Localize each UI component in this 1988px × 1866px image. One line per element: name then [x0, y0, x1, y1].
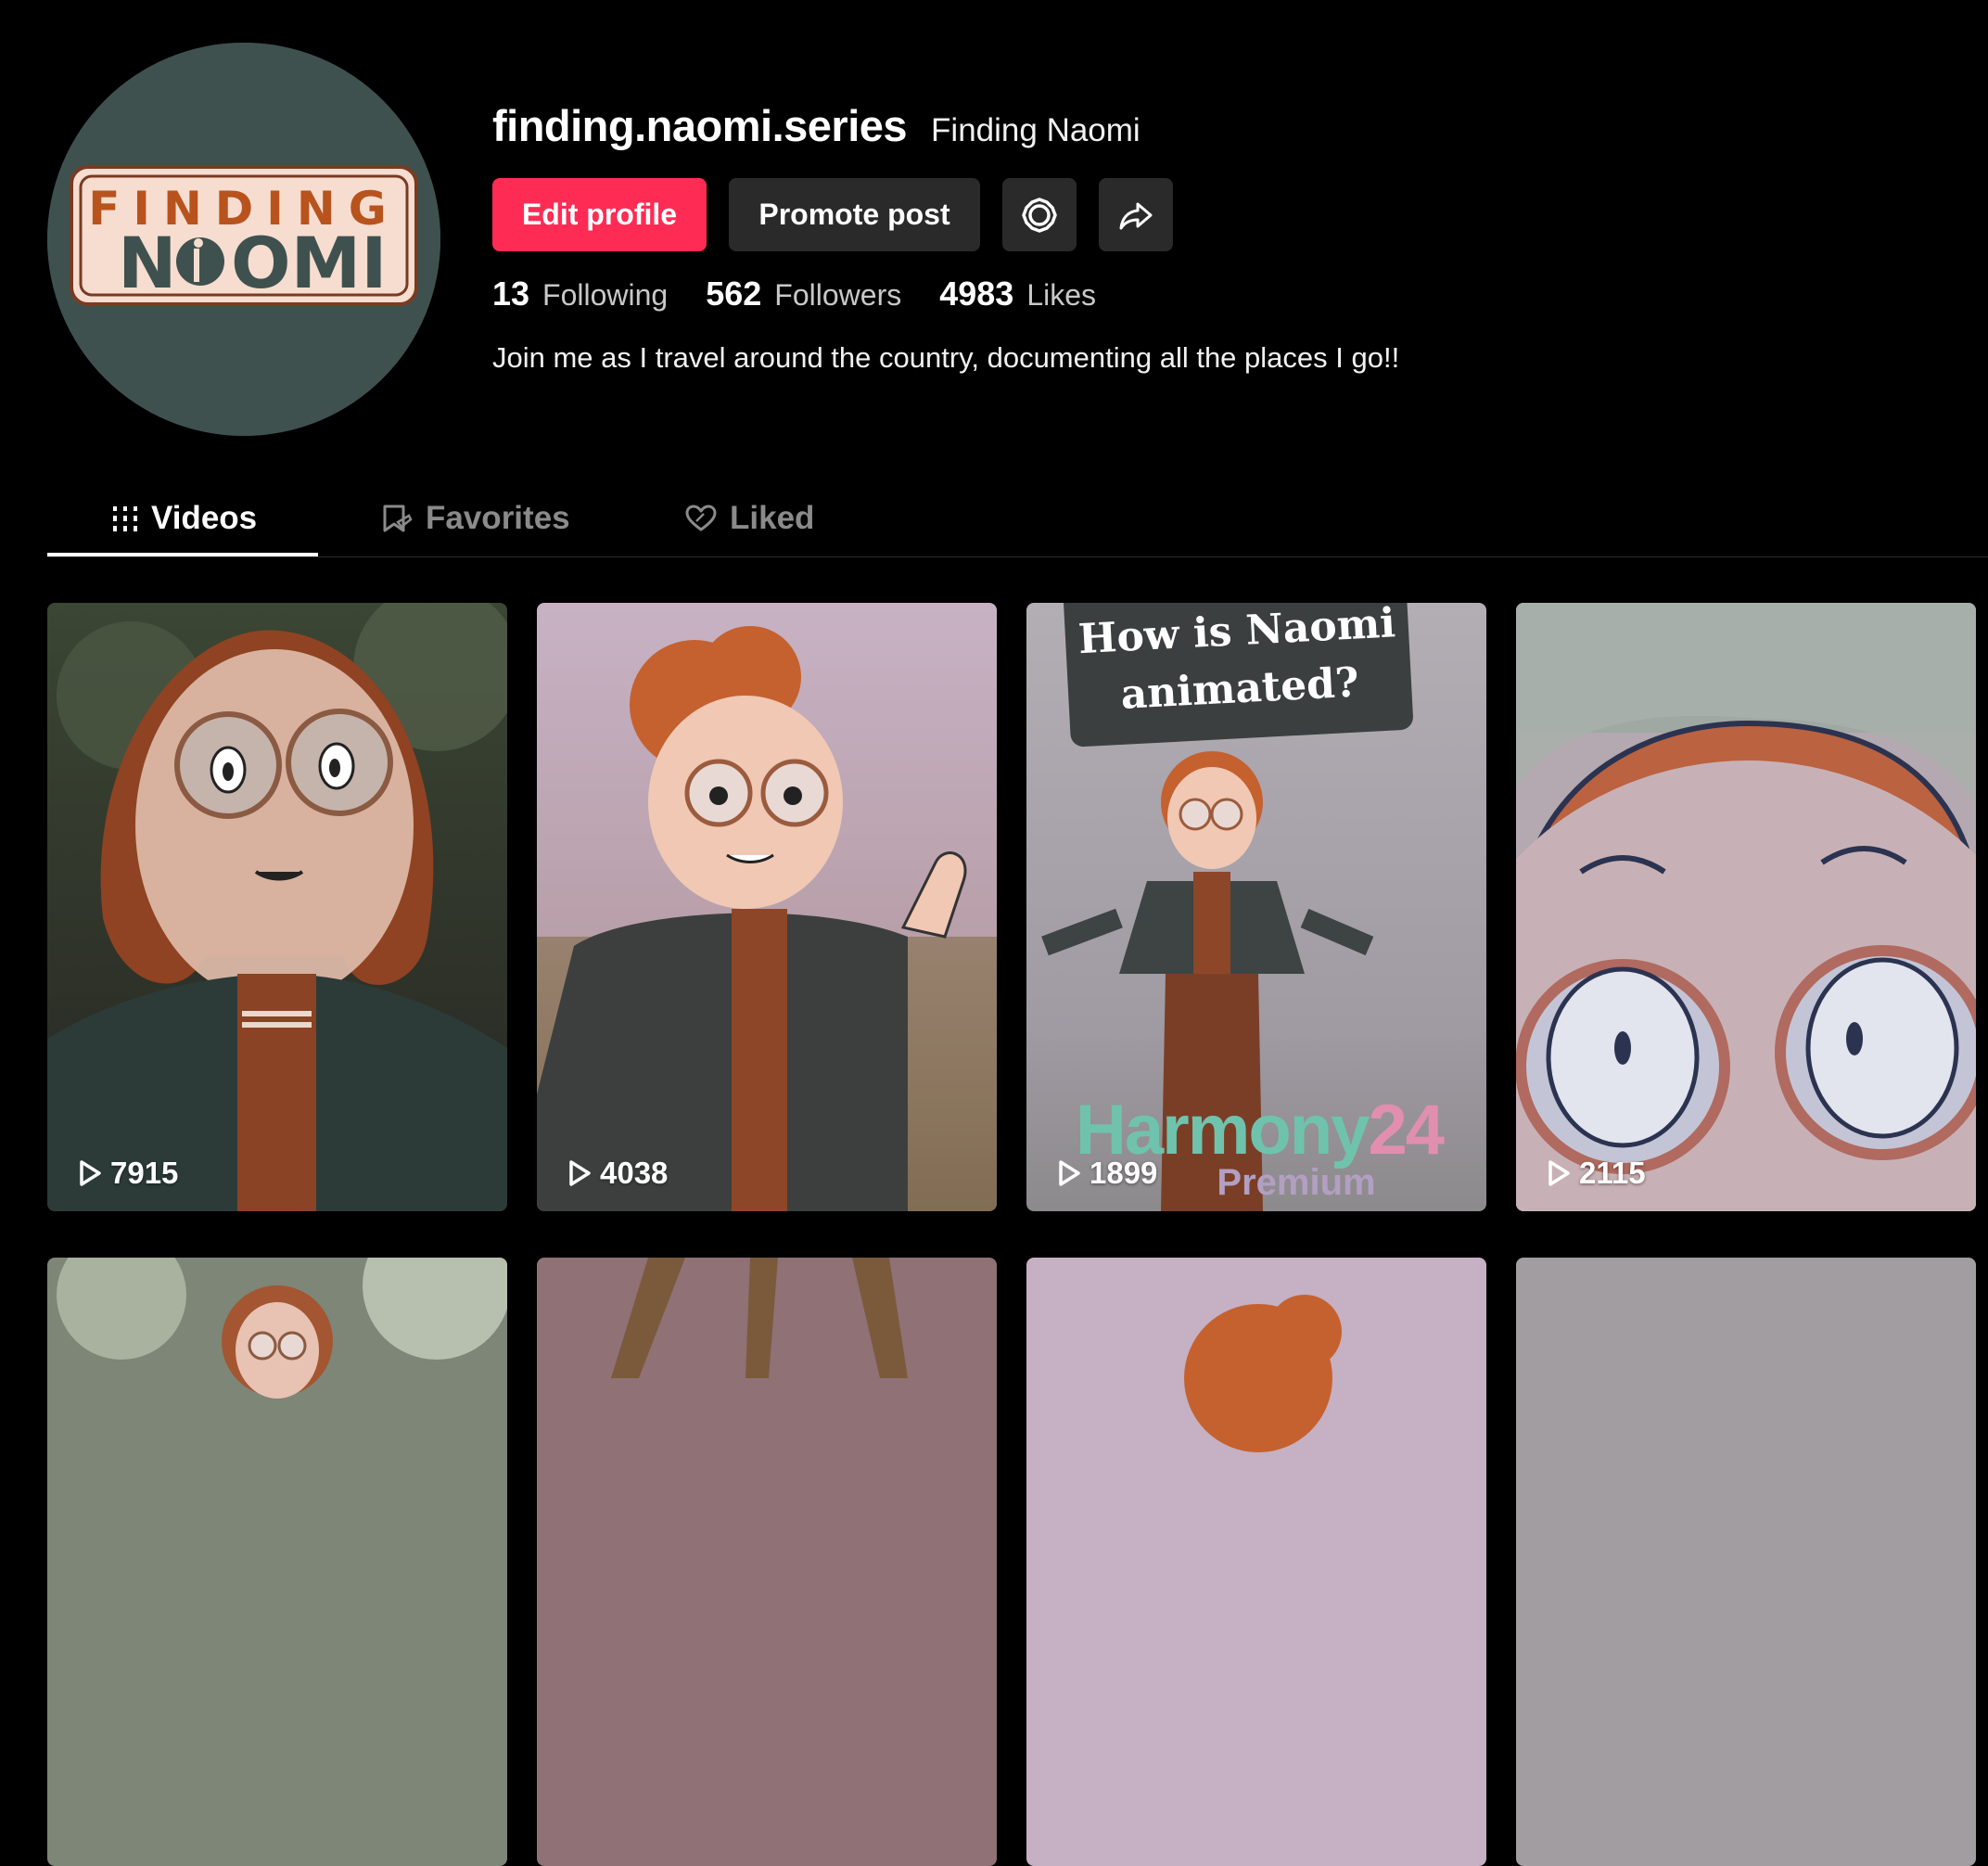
settings-button[interactable]	[1002, 178, 1077, 251]
stat-likes: 4983 Likes	[939, 275, 1096, 313]
tab-videos[interactable]: Videos	[112, 482, 257, 555]
video-overlay-title: How is Naomi animated?	[1064, 603, 1414, 748]
share-arrow-icon	[1119, 202, 1153, 229]
video-thumbnail	[537, 603, 997, 1211]
edit-profile-button[interactable]: Edit profile	[492, 178, 707, 251]
logo-letter-n: N	[118, 222, 177, 304]
logo-letters-omi: OMI	[231, 222, 388, 304]
play-icon	[80, 1160, 101, 1186]
stat-followers[interactable]: 562 Followers	[706, 275, 901, 313]
heart-icon	[685, 505, 717, 531]
view-count: 4038	[567, 1156, 668, 1191]
video-card[interactable]	[47, 1258, 507, 1866]
following-count: 13	[492, 275, 530, 313]
video-card[interactable]: 7915	[47, 603, 507, 1211]
view-count: 7915	[77, 1156, 178, 1191]
stat-following[interactable]: 13 Following	[492, 275, 668, 313]
view-count-value: 4038	[600, 1156, 669, 1190]
avatar[interactable]: FINDING N OMI	[47, 43, 440, 436]
tab-liked-label: Liked	[730, 500, 815, 536]
nickname: Finding Naomi	[931, 112, 1141, 148]
followers-label: Followers	[774, 278, 902, 312]
likes-count: 4983	[939, 275, 1014, 313]
video-card[interactable]	[1026, 1258, 1486, 1866]
likes-label: Likes	[1026, 278, 1097, 312]
profile-stats: 13 Following 562 Followers 4983 Likes	[492, 275, 1096, 313]
promote-post-button[interactable]: Promote post	[729, 178, 980, 251]
bookmark-icon	[383, 505, 413, 532]
video-thumbnail	[1026, 1258, 1486, 1866]
following-label: Following	[542, 278, 669, 312]
tab-favorites-label: Favorites	[426, 500, 570, 536]
video-thumbnail	[47, 1258, 507, 1866]
finding-naomi-logo: FINDING N OMI	[47, 43, 440, 436]
view-count: 1899	[1056, 1156, 1157, 1191]
grid-bars-icon	[113, 506, 137, 531]
video-thumbnail	[537, 1258, 997, 1866]
video-card[interactable]	[537, 1258, 997, 1866]
play-icon	[1059, 1160, 1080, 1186]
profile-tabs: Videos Favorites Liked	[47, 482, 1988, 557]
watermark-sub: Premium	[1217, 1162, 1376, 1203]
tab-videos-label: Videos	[151, 500, 258, 536]
video-card[interactable]: How is Naomi animated? Harmony24 Premium…	[1026, 603, 1486, 1211]
view-count: 2115	[1546, 1156, 1646, 1191]
share-button[interactable]	[1099, 178, 1173, 251]
view-count-value: 1899	[1090, 1156, 1158, 1190]
video-thumbnail	[1516, 603, 1976, 1211]
watermark-number: 24	[1368, 1091, 1445, 1169]
view-count-value: 2115	[1579, 1156, 1646, 1190]
profile-bio: Join me as I travel around the country, …	[492, 341, 1400, 374]
username: finding.naomi.series	[492, 101, 908, 150]
play-icon	[569, 1160, 591, 1186]
video-thumbnail	[47, 603, 507, 1211]
tab-liked[interactable]: Liked	[685, 482, 814, 555]
tab-favorites[interactable]: Favorites	[381, 482, 570, 555]
video-card[interactable]: 4038	[537, 603, 997, 1211]
followers-count: 562	[706, 275, 762, 313]
video-card[interactable]: 2115	[1516, 603, 1976, 1211]
video-thumbnail	[1516, 1258, 1976, 1866]
gear-icon	[1022, 197, 1057, 233]
play-icon	[1548, 1160, 1570, 1186]
video-card[interactable]	[1516, 1258, 1976, 1866]
active-tab-indicator	[47, 553, 318, 556]
view-count-value: 7915	[110, 1156, 179, 1190]
